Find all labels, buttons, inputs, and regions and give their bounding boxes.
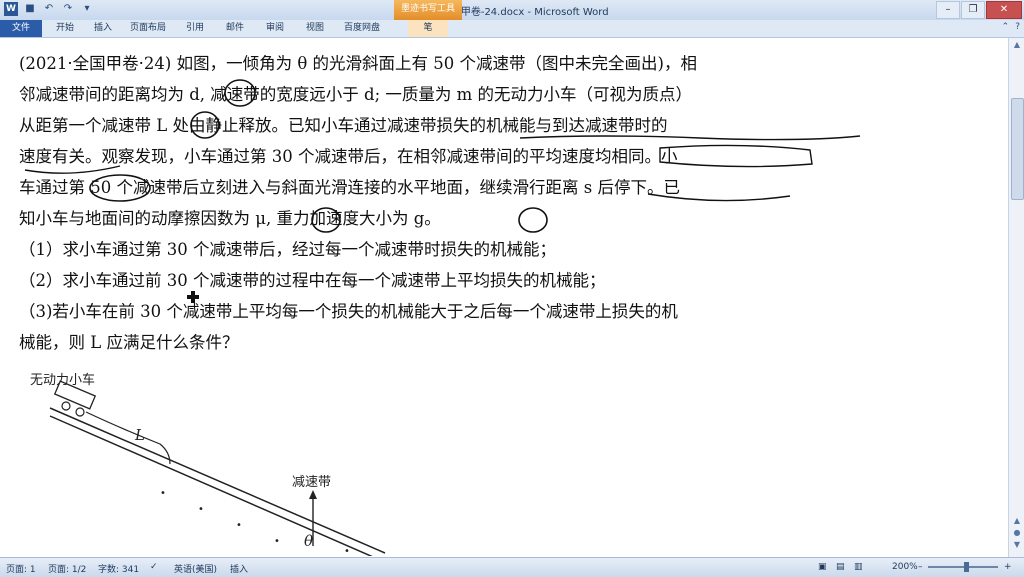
status-pages[interactable]: 页面: 1/2 bbox=[48, 562, 86, 575]
arrow-head-icon bbox=[309, 490, 317, 499]
tab-view[interactable]: 视图 bbox=[298, 20, 332, 37]
speed-bump: • bbox=[160, 488, 166, 499]
close-icon[interactable]: ✕ bbox=[986, 1, 1022, 19]
ink-tools-context-tab: 墨迹书写工具 bbox=[394, 0, 462, 20]
tab-review[interactable]: 审阅 bbox=[258, 20, 292, 37]
wheel-icon bbox=[75, 407, 85, 417]
status-bar: 页面: 1 页面: 1/2 字数: 341 ✓ 英语(美国) 插入 ▣ ▤ ▥ … bbox=[0, 557, 1024, 577]
proofing-icon[interactable]: ✓ bbox=[150, 562, 158, 572]
next-page-icon[interactable]: ▼ bbox=[1011, 540, 1023, 549]
scroll-thumb[interactable] bbox=[1011, 98, 1024, 200]
ink-annotations bbox=[24, 79, 861, 233]
help-icon[interactable]: ? bbox=[1015, 22, 1020, 32]
zoom-slider[interactable] bbox=[928, 566, 998, 568]
window-controls: – ❐ ✕ bbox=[936, 1, 1022, 19]
vertical-scrollbar[interactable]: ▲ ▲ ● ▼ bbox=[1008, 38, 1024, 557]
window-title: 2021全国甲卷-24.docx - Microsoft Word bbox=[415, 7, 609, 18]
status-insert-mode[interactable]: 插入 bbox=[230, 562, 248, 575]
status-page[interactable]: 页面: 1 bbox=[6, 562, 36, 575]
status-word-count[interactable]: 字数: 341 bbox=[98, 562, 139, 575]
zoom-out-icon[interactable]: – bbox=[918, 562, 923, 572]
browse-object-icon[interactable]: ● bbox=[1011, 528, 1023, 537]
tab-baidu-netdisk[interactable]: 百度网盘 bbox=[338, 20, 386, 37]
tab-insert[interactable]: 插入 bbox=[86, 20, 120, 37]
tab-page-layout[interactable]: 页面布局 bbox=[124, 20, 172, 37]
angle-label: θ bbox=[304, 532, 313, 550]
zoom-in-icon[interactable]: + bbox=[1004, 562, 1012, 572]
collapse-ribbon-icon[interactable]: ⌃ bbox=[1002, 22, 1010, 32]
incline-figure: 无动力小车 L 减速带 • • • • • θ bbox=[30, 372, 386, 556]
tab-home[interactable]: 开始 bbox=[48, 20, 82, 37]
length-label: L bbox=[134, 426, 145, 444]
ribbon-tab-bar: 文件 开始 插入 页面布局 引用 邮件 审阅 视图 百度网盘 笔 ⌃ ? bbox=[0, 20, 1024, 38]
speed-bump: • bbox=[344, 546, 350, 556]
zoom-slider-knob[interactable] bbox=[964, 562, 969, 572]
ribbon-controls: ⌃ ? bbox=[1002, 22, 1020, 32]
restore-icon[interactable]: ❐ bbox=[961, 1, 985, 19]
minimize-icon[interactable]: – bbox=[936, 1, 960, 19]
tab-pen[interactable]: 笔 bbox=[408, 20, 448, 37]
speed-bump: • bbox=[236, 520, 242, 531]
tab-file[interactable]: 文件 bbox=[0, 20, 42, 37]
zoom-level[interactable]: 200% bbox=[892, 562, 918, 572]
title-bar: W ■ ↶ ↷ ▾ 2021全国甲卷-24.docx - Microsoft W… bbox=[0, 0, 1024, 20]
web-layout-view-icon[interactable]: ▥ bbox=[854, 562, 863, 572]
move-cursor-icon bbox=[187, 291, 199, 303]
document-page[interactable]: (2021·全国甲卷·24) 如图，一倾角为 θ 的光滑斜面上有 50 个减速带… bbox=[0, 38, 1007, 557]
tab-references[interactable]: 引用 bbox=[178, 20, 212, 37]
wheel-icon bbox=[61, 401, 71, 411]
speed-bump: • bbox=[274, 536, 280, 547]
print-layout-view-icon[interactable]: ▣ bbox=[818, 562, 827, 572]
status-language[interactable]: 英语(美国) bbox=[174, 562, 217, 575]
speed-bump: • bbox=[198, 504, 204, 515]
full-screen-view-icon[interactable]: ▤ bbox=[836, 562, 845, 572]
tab-mailings[interactable]: 邮件 bbox=[218, 20, 252, 37]
bump-label: 减速带 bbox=[292, 475, 331, 490]
previous-page-icon[interactable]: ▲ bbox=[1011, 516, 1023, 525]
car-label: 无动力小车 bbox=[30, 372, 95, 388]
incline-surface-top bbox=[49, 407, 386, 554]
scroll-up-icon[interactable]: ▲ bbox=[1011, 40, 1023, 49]
